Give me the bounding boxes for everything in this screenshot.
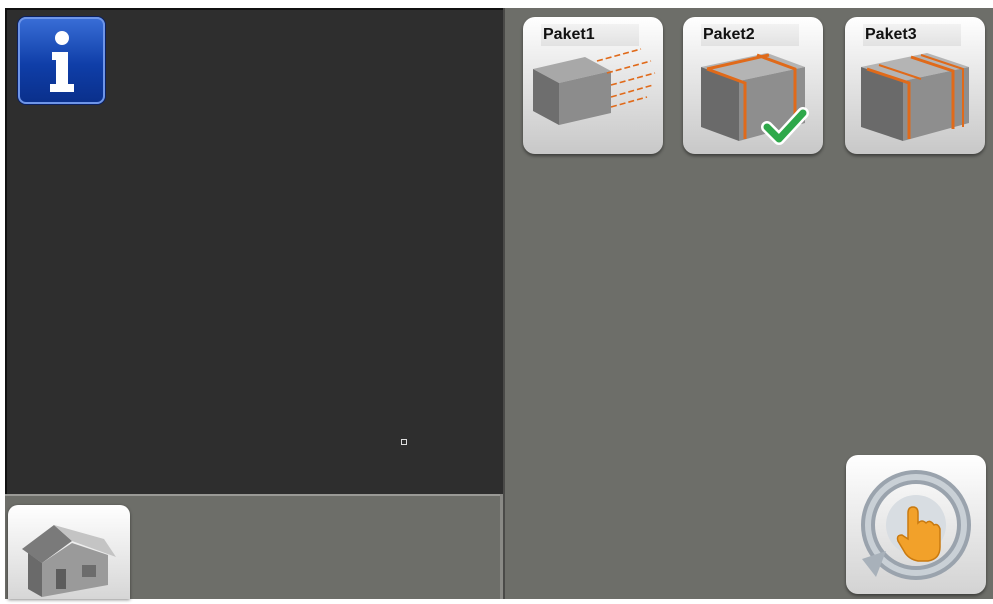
info-icon (49, 30, 74, 92)
package-label-1: Paket1 (541, 24, 639, 46)
package-double-band-icon (861, 53, 969, 141)
touch-rotate-icon (861, 470, 971, 580)
package-banded-icon (701, 53, 809, 145)
package-button-1[interactable]: Paket1 (523, 17, 663, 154)
touch-rotate-button[interactable] (846, 455, 986, 594)
package-button-2[interactable]: Paket2 (683, 17, 823, 154)
home-button[interactable] (8, 505, 130, 599)
package-label-3: Paket3 (863, 24, 961, 46)
hmi-screen: Paket1 Paket2 Paket3 (0, 0, 993, 599)
cursor-marker (401, 439, 407, 445)
home-icon (22, 525, 116, 597)
package-label-2: Paket2 (701, 24, 799, 46)
package-motion-icon (533, 48, 656, 125)
info-button[interactable] (18, 17, 105, 104)
package-button-3[interactable]: Paket3 (845, 17, 985, 154)
